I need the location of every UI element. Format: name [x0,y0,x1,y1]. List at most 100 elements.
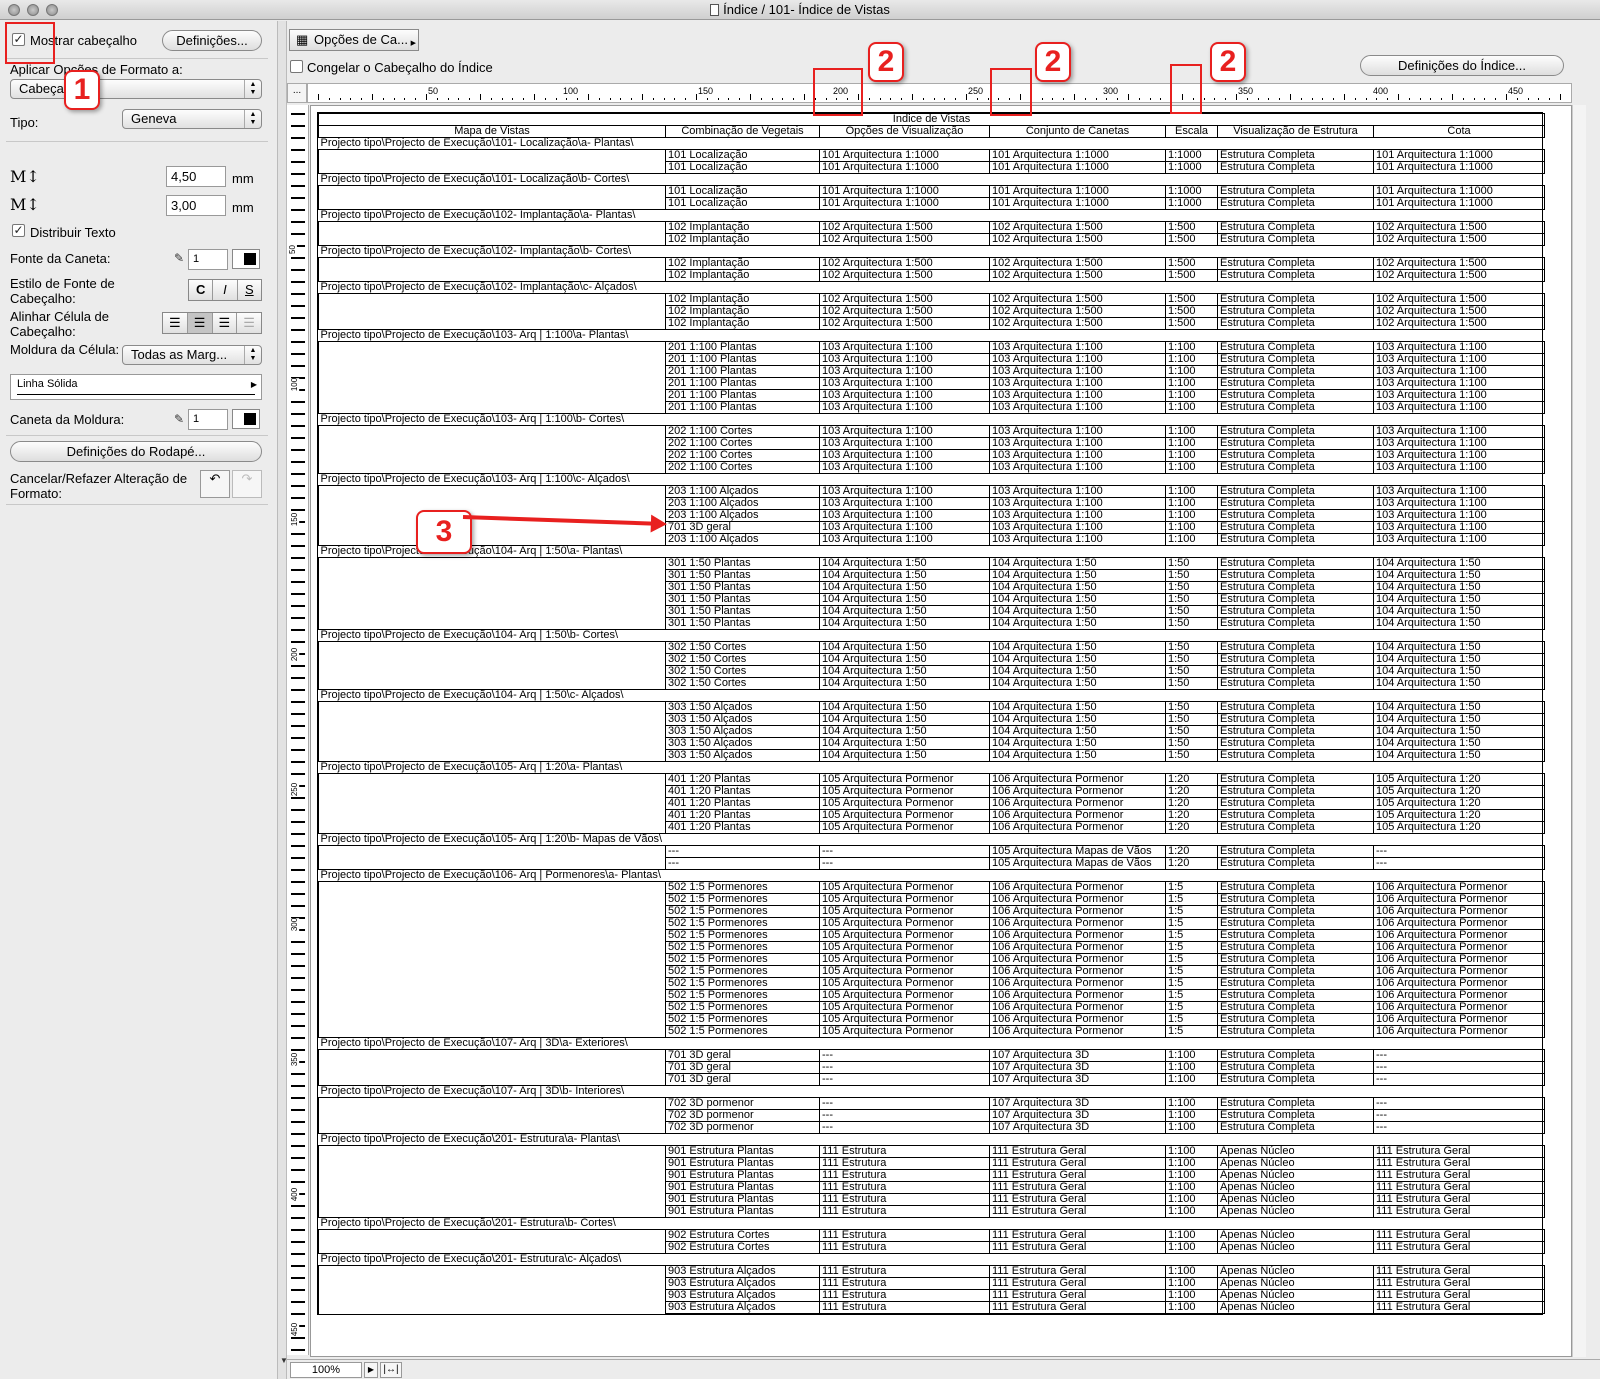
table-cell[interactable]: 1:50 [1165,701,1218,714]
table-cell[interactable]: 1:1000 [1165,197,1218,210]
table-cell[interactable]: 302 1:50 Cortes [665,641,820,654]
table-cell[interactable]: Estrutura Completa [1217,293,1374,306]
table-cell[interactable]: 502 1:5 Pormenores [665,1001,820,1014]
table-cell[interactable]: 106 Arquitectura Pormenor [1372,977,1546,990]
table-cell[interactable]: 303 1:50 Alçados [665,725,820,738]
group-row[interactable]: Projecto tipo\Projecto de Execução\104- … [318,545,1545,558]
table-cell[interactable]: 303 1:50 Alçados [665,749,820,762]
table-cell[interactable]: Estrutura Completa [1217,437,1374,450]
table-cell[interactable]: 104 Arquitectura 1:50 [989,581,1166,594]
table-cell[interactable]: 102 Arquitectura 1:500 [1372,293,1546,306]
table-cell[interactable]: 105 Arquitectura Pormenor [819,941,990,954]
table-cell[interactable]: 102 Arquitectura 1:500 [819,293,990,306]
table-cell[interactable]: 303 1:50 Alçados [665,737,820,750]
table-row[interactable]: 201 1:100 Plantas 103 Arquitectura 1:100 1… [318,341,1546,354]
table-cell[interactable]: 105 Arquitectura Pormenor [819,977,990,990]
table-cell[interactable]: Estrutura Completa [1217,953,1374,966]
table-cell[interactable]: 1:100 [1165,1193,1218,1206]
table-cell[interactable]: --- [665,857,820,870]
table-cell[interactable]: 111 Estrutura [819,1181,990,1194]
table-cell[interactable]: 902 Estrutura Cortes [665,1229,820,1242]
table-cell[interactable]: 201 1:100 Plantas [665,341,820,354]
table-cell[interactable]: 1:100 [1165,1073,1218,1086]
table-row[interactable]: 202 1:100 Cortes 103 Arquitectura 1:100 10… [318,437,1546,450]
table-cell[interactable]: --- [1372,1061,1546,1074]
table-cell[interactable]: 1:100 [1165,533,1218,546]
table-row[interactable]: 502 1:5 Pormenores 105 Arquitectura Porme… [318,881,1546,894]
table-cell[interactable]: 101 Arquitectura 1:1000 [1372,149,1546,162]
table-cell[interactable]: 104 Arquitectura 1:50 [819,749,990,762]
table-cell[interactable]: 1:5 [1165,893,1218,906]
table-row[interactable]: 203 1:100 Alçados 103 Arquitectura 1:100 1… [318,485,1546,498]
table-row[interactable]: 302 1:50 Cortes 104 Arquitectura 1:50 104 … [318,641,1546,654]
align-justify-icon[interactable]: ☰ [237,313,261,333]
table-cell[interactable]: 103 Arquitectura 1:100 [989,461,1166,474]
table-cell[interactable]: 103 Arquitectura 1:100 [819,509,990,522]
table-cell[interactable]: 502 1:5 Pormenores [665,1025,820,1038]
group-row[interactable]: Projecto tipo\Projecto de Execução\102- … [318,281,1545,294]
table-cell[interactable]: Apenas Núcleo [1217,1241,1374,1254]
table-cell[interactable]: 106 Arquitectura Pormenor [989,785,1166,798]
table-row[interactable]: 201 1:100 Plantas 103 Arquitectura 1:100 1… [318,401,1546,414]
table-cell[interactable]: Estrutura Completa [1217,941,1374,954]
table-cell[interactable]: 1:100 [1165,485,1218,498]
pen-font-color-swatch[interactable] [232,249,260,269]
table-cell[interactable]: 105 Arquitectura Pormenor [819,989,990,1002]
group-row[interactable]: Projecto tipo\Projecto de Execução\105- … [318,761,1545,774]
table-cell[interactable]: 1:50 [1165,557,1218,570]
table-cell[interactable]: 1:50 [1165,593,1218,606]
table-row[interactable]: 101 Localização 101 Arquitectura 1:1000 10… [318,185,1546,198]
table-row[interactable]: 302 1:50 Cortes 104 Arquitectura 1:50 104 … [318,653,1546,666]
table-cell[interactable]: Apenas Núcleo [1217,1205,1374,1218]
table-cell[interactable]: 202 1:100 Cortes [665,437,820,450]
table-cell[interactable]: 103 Arquitectura 1:100 [989,377,1166,390]
table-cell[interactable]: 1:100 [1165,1097,1218,1110]
table-cell[interactable]: 1:100 [1165,389,1218,402]
table-cell[interactable]: 103 Arquitectura 1:100 [989,437,1166,450]
table-cell[interactable]: 302 1:50 Cortes [665,653,820,666]
table-cell[interactable]: 101 Arquitectura 1:1000 [989,149,1166,162]
table-cell[interactable]: 111 Estrutura Geral [1372,1181,1546,1194]
table-row[interactable]: 902 Estrutura Cortes 111 Estrutura 111 Est… [318,1241,1546,1254]
table-row[interactable]: 702 3D pormenor --- 107 Arquitectura 3D 1:1… [318,1121,1546,1134]
table-cell[interactable]: 902 Estrutura Cortes [665,1241,820,1254]
table-cell[interactable]: 1:5 [1165,1025,1218,1038]
table-cell[interactable]: 1:50 [1165,641,1218,654]
group-row[interactable]: Projecto tipo\Projecto de Execução\201- … [318,1217,1545,1230]
table-cell[interactable]: 104 Arquitectura 1:50 [1372,605,1546,618]
table-cell[interactable]: 1:50 [1165,569,1218,582]
table-row[interactable]: 102 Implantação 102 Arquitectura 1:500 102… [318,257,1546,270]
table-row[interactable]: 303 1:50 Alçados 104 Arquitectura 1:50 104… [318,713,1546,726]
table-cell[interactable]: 102 Arquitectura 1:500 [819,257,990,270]
table-cell[interactable]: 1:50 [1165,677,1218,690]
table-cell[interactable]: 105 Arquitectura Mapas de Vãos [989,845,1166,858]
table-cell[interactable]: 701 3D geral [665,521,820,534]
table-cell[interactable]: 1:50 [1165,749,1218,762]
table-row[interactable]: 202 1:100 Cortes 103 Arquitectura 1:100 10… [318,461,1546,474]
line-type-picker[interactable]: Linha Sólida ▶ [10,374,262,400]
table-row[interactable]: 502 1:5 Pormenores 105 Arquitectura Porme… [318,1013,1546,1026]
table-cell[interactable]: 106 Arquitectura Pormenor [989,1013,1166,1026]
table-row[interactable]: 401 1:20 Plantas 105 Arquitectura Pormeno… [318,821,1546,834]
table-cell[interactable]: 1:50 [1165,581,1218,594]
table-cell[interactable]: 104 Arquitectura 1:50 [819,701,990,714]
table-cell[interactable]: 111 Estrutura Geral [989,1229,1166,1242]
table-cell[interactable]: Estrutura Completa [1217,641,1374,654]
table-row[interactable]: 202 1:100 Cortes 103 Arquitectura 1:100 10… [318,449,1546,462]
table-cell[interactable]: 1:5 [1165,917,1218,930]
table-cell[interactable]: 1:100 [1165,1289,1218,1302]
table-cell[interactable]: 106 Arquitectura Pormenor [989,1001,1166,1014]
table-cell[interactable]: Estrutura Completa [1217,1073,1374,1086]
table-cell[interactable]: 111 Estrutura [819,1205,990,1218]
table-cell[interactable]: Estrutura Completa [1217,305,1374,318]
table-cell[interactable]: 1:100 [1165,449,1218,462]
table-cell[interactable]: 104 Arquitectura 1:50 [1372,701,1546,714]
pen-font-field[interactable]: 1 [188,249,228,270]
table-cell[interactable]: 104 Arquitectura 1:50 [989,557,1166,570]
table-cell[interactable]: 203 1:100 Alçados [665,509,820,522]
table-cell[interactable]: 111 Estrutura [819,1229,990,1242]
table-cell[interactable]: 401 1:20 Plantas [665,797,820,810]
table-cell[interactable]: 103 Arquitectura 1:100 [1372,437,1546,450]
table-cell[interactable]: 104 Arquitectura 1:50 [819,605,990,618]
table-cell[interactable]: 111 Estrutura Geral [1372,1205,1546,1218]
